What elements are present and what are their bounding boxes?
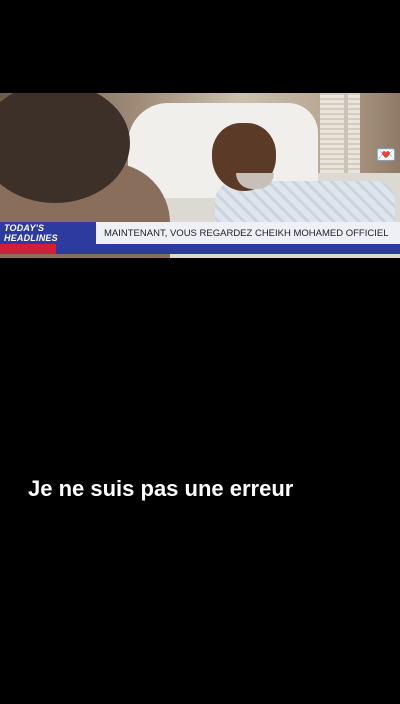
news-ticker: TODAY'S HEADLINES MAINTENANT, VOUS REGAR… [0,222,400,244]
caption-text: Je ne suis pas une erreur [28,476,294,501]
ticker-underline [0,244,400,254]
love-letter-sticker-icon: 💌 [376,147,396,164]
ticker-text: MAINTENANT, VOUS REGARDEZ CHEIKH MOHAMED… [96,222,400,244]
ticker-label: TODAY'S HEADLINES [0,222,96,244]
